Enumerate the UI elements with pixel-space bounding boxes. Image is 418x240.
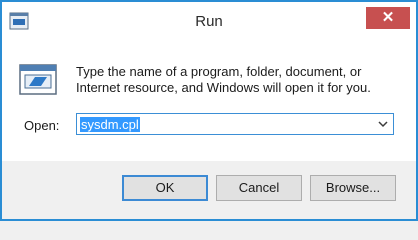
- dialog-description: Type the name of a program, folder, docu…: [76, 64, 371, 95]
- cancel-button[interactable]: Cancel: [216, 175, 302, 201]
- open-label: Open:: [24, 118, 60, 133]
- title-bar[interactable]: Run ✕: [2, 2, 416, 42]
- close-button[interactable]: ✕: [366, 7, 410, 29]
- chevron-down-icon[interactable]: [375, 115, 391, 133]
- window-title: Run: [195, 13, 223, 30]
- run-dialog: Run ✕ Type the name of a program, folder…: [0, 0, 418, 221]
- ok-button[interactable]: OK: [122, 175, 208, 201]
- close-icon: ✕: [381, 9, 395, 26]
- browse-button[interactable]: Browse...: [310, 175, 396, 201]
- run-dialog-icon: [19, 64, 57, 95]
- open-combobox[interactable]: sysdm.cpl: [76, 113, 394, 135]
- dialog-body: Type the name of a program, folder, docu…: [2, 42, 416, 161]
- open-input-value[interactable]: sysdm.cpl: [80, 117, 140, 132]
- dialog-footer: OK Cancel Browse...: [2, 161, 416, 219]
